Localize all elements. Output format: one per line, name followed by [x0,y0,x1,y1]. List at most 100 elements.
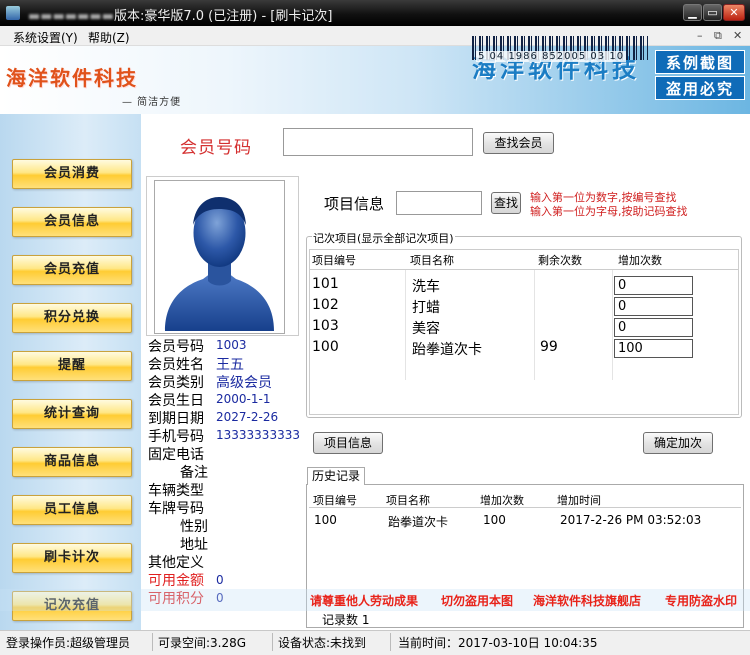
minimize-button[interactable]: ▁ [683,4,702,21]
field-value-member-number: 1003 [216,338,247,352]
field-value-mobile: 13333333333 [216,428,300,442]
grid-cell-name: 美容 [412,321,440,337]
count-items-group-title: 记次项目(显示全部记次项目) [312,230,455,246]
member-number-label: 会员号码 [180,138,252,158]
grid-header-id[interactable]: 项目编号 [312,252,356,268]
grid-add-count-input[interactable]: 0 [614,276,693,295]
grid-column-divider [534,270,535,380]
member-number-input[interactable] [283,128,473,156]
grid-add-count-input[interactable]: 0 [614,297,693,316]
brand-logo-left: 海洋软件科技 [6,66,138,90]
nav-points-exchange[interactable]: 积分兑换 [12,303,132,333]
barcode-number: 5 04 1986 852005 03 10 [476,51,627,62]
history-cell-count: 100 [483,513,506,527]
maximize-button[interactable]: ▭ [703,4,722,21]
field-label-balance: 可用金额 [148,573,204,589]
find-member-button[interactable]: 查找会员 [483,132,554,154]
app-icon [6,6,20,20]
project-search-input[interactable] [396,191,482,215]
field-value-member-type: 高级会员 [216,375,272,391]
menu-system-settings[interactable]: 系统设置(Y) [13,29,78,46]
grid-header-name[interactable]: 项目名称 [410,252,454,268]
hint-letter-search: 输入第一位为字母,按助记码查找 [530,205,688,218]
window-title: ▬▬▬▬▬▬▬版本:豪华版7.0 (已注册) - [刷卡记次] [28,5,332,24]
nav-member-recharge[interactable]: 会员充值 [12,255,132,285]
status-divider [390,633,391,651]
nav-statistics[interactable]: 统计查询 [12,399,132,429]
watermark-text: 请尊重他人劳动成果 [310,594,419,608]
grid-column-divider [405,270,406,380]
field-label-gender: 性别 [180,519,208,535]
mdi-minimize-button[interactable]: – [697,29,703,42]
grid-header-divider [309,269,739,270]
menu-help[interactable]: 帮助(Z) [88,29,130,46]
project-search-button[interactable]: 查找 [491,192,521,214]
field-label-member-type: 会员类别 [148,375,204,391]
status-operator: 登录操作员:超级管理员 [6,636,131,650]
grid-header-add[interactable]: 增加次数 [618,252,662,268]
grid-cell-id: 103 [312,318,339,334]
grid-column-divider [612,270,613,380]
history-header-count[interactable]: 增加次数 [480,492,524,508]
grid-cell-name: 跆拳道次卡 [412,342,482,358]
grid-add-count-input[interactable]: 100 [614,339,693,358]
history-header-id[interactable]: 项目编号 [313,492,357,508]
watermark-text: 专用防盗水印 [665,594,738,608]
field-label-other: 其他定义 [148,555,204,571]
grid-cell-remaining: 99 [540,339,558,355]
field-value-birthday: 2000-1-1 [216,392,271,406]
field-label-remark: 备注 [180,465,208,481]
nav-staff-info[interactable]: 员工信息 [12,495,132,525]
watermark-stamp-line-2: 盗用必究 [655,76,745,100]
window-title-text: 版本:豪华版7.0 (已注册) - [刷卡记次] [113,9,333,24]
watermark-stamp-line-1: 系例截图 [655,50,745,74]
grid-header-remaining[interactable]: 剩余次数 [538,252,582,268]
history-header-time[interactable]: 增加时间 [557,492,601,508]
grid-cell-id: 100 [312,339,339,355]
field-value-balance: 0 [216,573,224,587]
nav-reminder[interactable]: 提醒 [12,351,132,381]
field-value-expiry: 2027-2-26 [216,410,279,424]
left-navigation: 会员消费 会员信息 会员充值 积分兑换 提醒 统计查询 商品信息 员工信息 刷卡… [0,114,141,630]
field-label-member-name: 会员姓名 [148,357,204,373]
project-info-button[interactable]: 项目信息 [313,432,383,454]
field-label-birthday: 会员生日 [148,393,204,409]
grid-add-count-input[interactable]: 0 [614,318,693,337]
field-label-plate-number: 车牌号码 [148,501,204,517]
field-label-address: 地址 [180,537,208,553]
field-label-expiry: 到期日期 [148,411,204,427]
record-count: 记录数 1 [322,613,370,627]
grid-cell-id: 101 [312,276,339,292]
nav-member-info[interactable]: 会员信息 [12,207,132,237]
tab-history[interactable]: 历史记录 [307,467,365,485]
blurred-title-text: ▬▬▬▬▬▬▬ [28,9,114,24]
status-divider [272,633,273,651]
avatar-silhouette-icon [165,197,274,331]
mdi-restore-button[interactable]: ⧉ [714,29,722,43]
history-cell-name: 跆拳道次卡 [388,515,449,529]
grid-cell-name: 打蜡 [412,300,440,316]
confirm-add-count-button[interactable]: 确定加次 [643,432,713,454]
grid-cell-name: 洗车 [412,279,440,295]
nav-card-count[interactable]: 刷卡计次 [12,543,132,573]
status-divider [152,633,153,651]
field-label-phone: 固定电话 [148,447,204,463]
project-info-label: 项目信息 [324,195,385,213]
grid-cell-id: 102 [312,297,339,313]
mdi-close-button[interactable]: ✕ [733,29,742,42]
history-cell-time: 2017-2-26 PM 03:52:03 [560,513,702,527]
nav-member-consume[interactable]: 会员消费 [12,159,132,189]
status-time: 当前时间：2017-03-10日 10:04:35 [398,636,598,650]
watermark-text: 海洋软件科技旗舰店 [533,594,642,608]
history-header-name[interactable]: 项目名称 [386,492,430,508]
field-label-vehicle-type: 车辆类型 [148,483,204,499]
field-label-mobile: 手机号码 [148,429,204,445]
status-space: 可录空间:3.28G [158,636,247,650]
nav-goods-info[interactable]: 商品信息 [12,447,132,477]
title-bar: ▬▬▬▬▬▬▬版本:豪华版7.0 (已注册) - [刷卡记次] ▁ ▭ ✕ [0,0,750,26]
field-label-member-number: 会员号码 [148,339,204,355]
close-button[interactable]: ✕ [723,4,745,21]
watermark-text: 切勿盗用本图 [441,594,514,608]
history-header-divider [309,507,741,508]
status-device: 设备状态:未找到 [278,636,367,650]
